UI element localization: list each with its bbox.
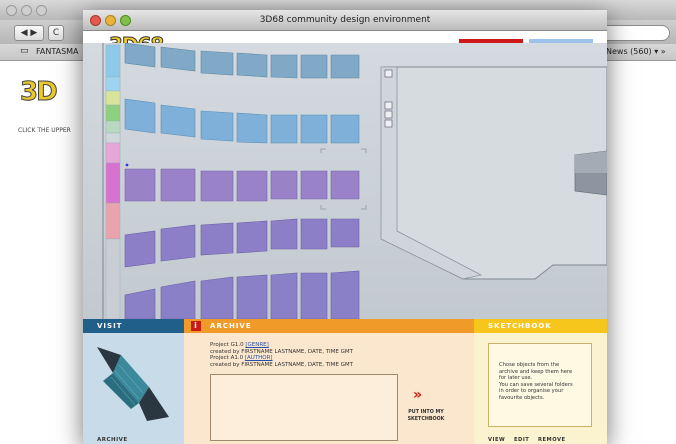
scene-control-icon <box>384 69 393 78</box>
visit-panel-header: VISIT <box>83 319 184 333</box>
archive-title: ARCHIVE <box>210 322 252 330</box>
3d-viewport[interactable] <box>83 43 607 319</box>
window-titlebar: 3D68 community design environment <box>83 10 607 31</box>
minimize-icon[interactable] <box>21 5 32 16</box>
design-environment-window: 3D68 community design environment 3D68 <box>83 10 607 444</box>
back-forward-button[interactable]: ◀ ▶ <box>14 25 44 41</box>
archive-object-icon[interactable] <box>83 333 184 433</box>
window-title: 3D68 community design environment <box>259 15 431 25</box>
info-icon[interactable]: i <box>191 321 201 331</box>
archive-preview-box[interactable] <box>210 374 398 441</box>
news-bookmark[interactable]: News (560) ▾ » <box>606 47 666 56</box>
archive-panel: Project G1.0 [GENRE] created by FIRSTNAM… <box>184 333 474 444</box>
double-chevron-right-icon[interactable]: » <box>413 387 422 403</box>
minimize-icon[interactable] <box>105 15 116 26</box>
archive-project-credit: created by FIRSTNAME LASTNAME, DATE, TIM… <box>210 348 354 355</box>
visit-panel: ARCHIVE <box>83 333 184 444</box>
sketchbook-description: Chose objects from the archive and keep … <box>499 362 573 401</box>
close-icon[interactable] <box>6 5 17 16</box>
visit-archive-link[interactable]: ARCHIVE <box>97 437 128 443</box>
zoom-icon[interactable] <box>36 5 47 16</box>
project-tag-link[interactable]: [AUTHOR] <box>245 355 273 361</box>
archive-project-item[interactable]: Project A1.0 [AUTHOR] <box>210 355 273 361</box>
background-logo: 3D <box>20 77 59 108</box>
close-icon[interactable] <box>90 15 101 26</box>
sketchbook-panel-header: SKETCHBOOK <box>474 319 607 333</box>
bottom-panel: VISIT i ARCHIVE SKETCHBOOK ARCHIVE Proje… <box>83 319 607 444</box>
bookmark-item[interactable]: FANTASMA <box>36 47 79 56</box>
background-hint-text: CLICK THE UPPER <box>18 127 71 134</box>
remove-button[interactable]: REMOVE <box>538 437 566 443</box>
3d-scene-graphic[interactable] <box>83 43 607 319</box>
zoom-icon[interactable] <box>120 15 131 26</box>
project-tag-link[interactable]: [GENRE] <box>245 342 268 348</box>
put-into-sketchbook-button[interactable]: PUT INTO MY SKETCHBOOK <box>406 410 446 423</box>
archive-project-item[interactable]: Project G1.0 [GENRE] <box>210 342 269 348</box>
archive-panel-header: i ARCHIVE <box>184 319 474 333</box>
reload-button[interactable]: C <box>48 25 64 41</box>
archive-project-credit: created by FIRSTNAME LASTNAME, DATE, TIM… <box>210 361 354 368</box>
sketchbook-drop-area[interactable]: Chose objects from the archive and keep … <box>488 343 592 427</box>
book-icon[interactable]: ▭ <box>20 46 29 56</box>
view-button[interactable]: VIEW <box>488 437 505 443</box>
edit-button[interactable]: EDIT <box>514 437 529 443</box>
sketchbook-panel: Chose objects from the archive and keep … <box>474 333 607 444</box>
